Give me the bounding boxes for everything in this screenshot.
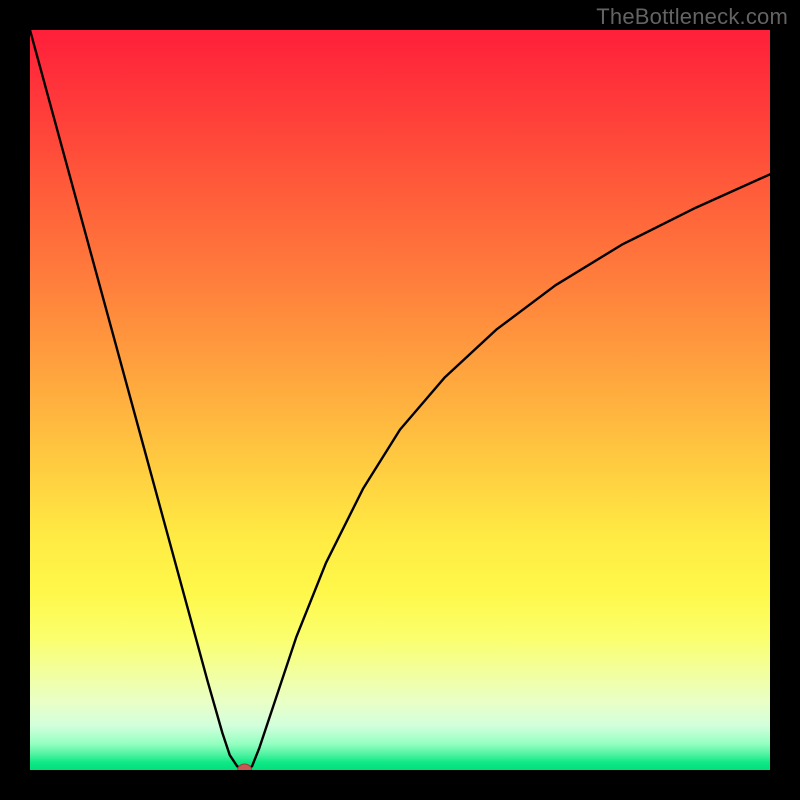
curve-svg — [30, 30, 770, 770]
minimum-marker — [238, 764, 252, 770]
watermark-text: TheBottleneck.com — [596, 4, 788, 30]
plot-area — [30, 30, 770, 770]
bottleneck-curve — [30, 30, 770, 770]
chart-frame: TheBottleneck.com — [0, 0, 800, 800]
